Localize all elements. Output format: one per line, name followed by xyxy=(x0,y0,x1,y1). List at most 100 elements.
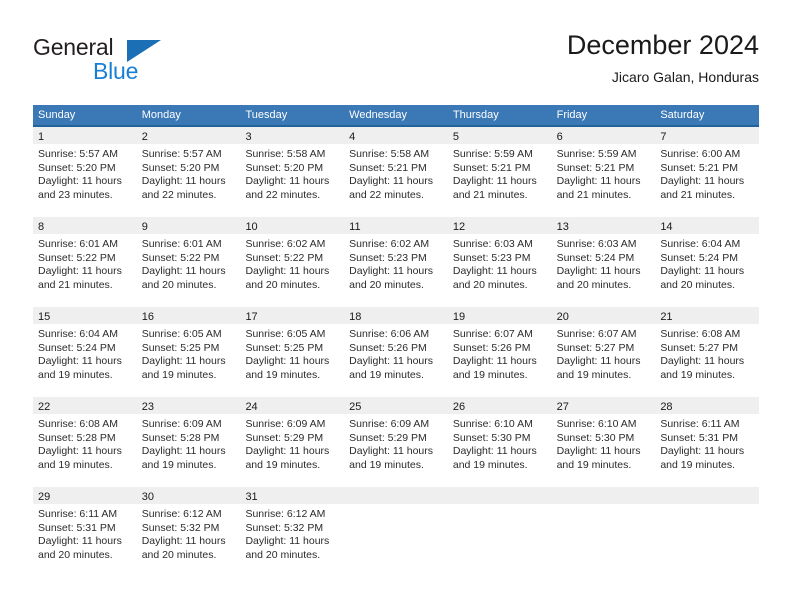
sunset-text: Sunset: 5:22 PM xyxy=(38,251,116,264)
day-number: 17 xyxy=(245,311,258,323)
day-details: Sunrise: 6:00 AM Sunset: 5:21 PM Dayligh… xyxy=(655,144,759,202)
day-number: 30 xyxy=(141,491,154,503)
day-cell-empty xyxy=(551,487,656,577)
daylight-text-line1: Daylight: 11 hours xyxy=(141,355,226,367)
general-blue-logo: General Blue xyxy=(33,34,233,90)
day-cell[interactable]: 30 Sunrise: 6:12 AM Sunset: 5:32 PM Dayl… xyxy=(136,487,241,577)
daylight-text-line1: Daylight: 11 hours xyxy=(349,355,434,367)
daylight-text-line2: and 19 minutes. xyxy=(38,458,113,471)
day-cell[interactable]: 4 Sunrise: 5:58 AM Sunset: 5:21 PM Dayli… xyxy=(344,127,448,217)
day-number: 22 xyxy=(38,401,51,413)
sunrise-text: Sunrise: 6:05 AM xyxy=(141,328,222,340)
day-cell[interactable]: 23 Sunrise: 6:09 AM Sunset: 5:28 PM Dayl… xyxy=(136,397,241,487)
daylight-text-line1: Daylight: 11 hours xyxy=(349,445,434,457)
day-cell[interactable]: 28 Sunrise: 6:11 AM Sunset: 5:31 PM Dayl… xyxy=(655,397,760,487)
day-number-band: 6 xyxy=(551,127,656,144)
sunset-text: Sunset: 5:21 PM xyxy=(452,161,531,174)
daylight-text-line1: Daylight: 11 hours xyxy=(452,265,537,277)
day-details: Sunrise: 5:59 AM Sunset: 5:21 PM Dayligh… xyxy=(552,144,656,202)
day-details: Sunrise: 6:09 AM Sunset: 5:28 PM Dayligh… xyxy=(137,414,241,472)
daylight-text-line1: Daylight: 11 hours xyxy=(452,175,537,187)
day-cell[interactable]: 2 Sunrise: 5:57 AM Sunset: 5:20 PM Dayli… xyxy=(136,127,241,217)
daylight-text-line2: and 19 minutes. xyxy=(556,368,632,381)
daylight-text-line1: Daylight: 11 hours xyxy=(245,355,330,367)
day-number: 7 xyxy=(660,131,667,143)
sunset-text: Sunset: 5:21 PM xyxy=(349,161,427,174)
day-cell[interactable]: 26 Sunrise: 6:10 AM Sunset: 5:30 PM Dayl… xyxy=(447,397,552,487)
daylight-text-line1: Daylight: 11 hours xyxy=(349,265,434,277)
sunset-text: Sunset: 5:26 PM xyxy=(349,341,427,354)
day-cell[interactable]: 27 Sunrise: 6:10 AM Sunset: 5:30 PM Dayl… xyxy=(551,397,656,487)
sunrise-text: Sunrise: 6:02 AM xyxy=(245,238,326,250)
day-number-band: 27 xyxy=(551,397,656,414)
daylight-text-line2: and 22 minutes. xyxy=(349,188,424,201)
day-number-band: 28 xyxy=(655,397,760,414)
daylight-text-line2: and 19 minutes. xyxy=(141,458,217,471)
daylight-text-line1: Daylight: 11 hours xyxy=(556,355,641,367)
day-details: Sunrise: 6:10 AM Sunset: 5:30 PM Dayligh… xyxy=(552,414,656,472)
day-details: Sunrise: 6:09 AM Sunset: 5:29 PM Dayligh… xyxy=(240,414,344,472)
daylight-text-line2: and 20 minutes. xyxy=(141,548,217,561)
daylight-text-line1: Daylight: 11 hours xyxy=(245,535,330,547)
calendar-page: General Blue December 2024 Jicaro Galan,… xyxy=(0,0,792,612)
day-cell[interactable]: 9 Sunrise: 6:01 AM Sunset: 5:22 PM Dayli… xyxy=(136,217,241,307)
sunrise-text: Sunrise: 5:58 AM xyxy=(349,148,430,160)
logo-text-general: General xyxy=(33,34,114,60)
sunset-text: Sunset: 5:30 PM xyxy=(556,431,635,444)
week-row: 1 Sunrise: 5:57 AM Sunset: 5:20 PM Dayli… xyxy=(33,125,760,217)
day-cell[interactable]: 5 Sunrise: 5:59 AM Sunset: 5:21 PM Dayli… xyxy=(447,127,552,217)
day-number: 26 xyxy=(452,401,466,413)
sunset-text: Sunset: 5:24 PM xyxy=(556,251,635,264)
daylight-text-line1: Daylight: 11 hours xyxy=(245,445,330,457)
daylight-text-line2: and 20 minutes. xyxy=(245,278,321,291)
day-cell[interactable]: 6 Sunrise: 5:59 AM Sunset: 5:21 PM Dayli… xyxy=(551,127,656,217)
day-cell[interactable]: 11 Sunrise: 6:02 AM Sunset: 5:23 PM Dayl… xyxy=(344,217,448,307)
day-number-band: 9 xyxy=(136,217,241,234)
day-cell[interactable]: 24 Sunrise: 6:09 AM Sunset: 5:29 PM Dayl… xyxy=(240,397,345,487)
day-cell[interactable]: 19 Sunrise: 6:07 AM Sunset: 5:26 PM Dayl… xyxy=(447,307,552,397)
sunrise-text: Sunrise: 6:09 AM xyxy=(141,418,222,430)
day-cell[interactable]: 15 Sunrise: 6:04 AM Sunset: 5:24 PM Dayl… xyxy=(33,307,137,397)
sunrise-text: Sunrise: 6:02 AM xyxy=(349,238,430,250)
day-cell[interactable]: 14 Sunrise: 6:04 AM Sunset: 5:24 PM Dayl… xyxy=(655,217,760,307)
day-details: Sunrise: 6:08 AM Sunset: 5:28 PM Dayligh… xyxy=(33,414,137,472)
day-cell[interactable]: 1 Sunrise: 5:57 AM Sunset: 5:20 PM Dayli… xyxy=(33,127,137,217)
daylight-text-line1: Daylight: 11 hours xyxy=(556,175,641,187)
sunset-text: Sunset: 5:23 PM xyxy=(452,251,531,264)
daylight-text-line1: Daylight: 11 hours xyxy=(245,175,330,187)
day-details: Sunrise: 6:11 AM Sunset: 5:31 PM Dayligh… xyxy=(655,414,759,472)
page-header: General Blue December 2024 Jicaro Galan,… xyxy=(33,28,759,98)
day-cell[interactable]: 10 Sunrise: 6:02 AM Sunset: 5:22 PM Dayl… xyxy=(240,217,345,307)
daylight-text-line1: Daylight: 11 hours xyxy=(38,355,122,367)
weekday-header-friday: Friday xyxy=(556,109,588,121)
daylight-text-line2: and 20 minutes. xyxy=(38,548,113,561)
day-cell[interactable]: 25 Sunrise: 6:09 AM Sunset: 5:29 PM Dayl… xyxy=(344,397,448,487)
day-number-band: 22 xyxy=(33,397,137,414)
day-cell[interactable]: 17 Sunrise: 6:05 AM Sunset: 5:25 PM Dayl… xyxy=(240,307,345,397)
daylight-text-line2: and 21 minutes. xyxy=(556,188,632,201)
sunrise-text: Sunrise: 6:08 AM xyxy=(660,328,741,340)
daylight-text-line2: and 19 minutes. xyxy=(452,368,528,381)
day-cell[interactable]: 20 Sunrise: 6:07 AM Sunset: 5:27 PM Dayl… xyxy=(551,307,656,397)
day-cell[interactable]: 22 Sunrise: 6:08 AM Sunset: 5:28 PM Dayl… xyxy=(33,397,137,487)
day-number-band: 16 xyxy=(136,307,241,324)
day-cell[interactable]: 8 Sunrise: 6:01 AM Sunset: 5:22 PM Dayli… xyxy=(33,217,137,307)
daylight-text-line1: Daylight: 11 hours xyxy=(38,535,122,547)
sunset-text: Sunset: 5:23 PM xyxy=(349,251,427,264)
day-cell[interactable]: 21 Sunrise: 6:08 AM Sunset: 5:27 PM Dayl… xyxy=(655,307,760,397)
day-cell[interactable]: 18 Sunrise: 6:06 AM Sunset: 5:26 PM Dayl… xyxy=(344,307,448,397)
day-cell[interactable]: 12 Sunrise: 6:03 AM Sunset: 5:23 PM Dayl… xyxy=(447,217,552,307)
day-cell[interactable]: 29 Sunrise: 6:11 AM Sunset: 5:31 PM Dayl… xyxy=(33,487,137,577)
sunset-text: Sunset: 5:24 PM xyxy=(38,341,116,354)
day-details: Sunrise: 6:10 AM Sunset: 5:30 PM Dayligh… xyxy=(448,414,552,472)
day-cell[interactable]: 13 Sunrise: 6:03 AM Sunset: 5:24 PM Dayl… xyxy=(551,217,656,307)
day-number: 20 xyxy=(556,311,569,323)
day-details: Sunrise: 5:57 AM Sunset: 5:20 PM Dayligh… xyxy=(137,144,241,202)
calendar-grid: Sunday Monday Tuesday Wednesday Thursday… xyxy=(33,105,760,577)
day-cell[interactable]: 16 Sunrise: 6:05 AM Sunset: 5:25 PM Dayl… xyxy=(136,307,241,397)
day-cell[interactable]: 7 Sunrise: 6:00 AM Sunset: 5:21 PM Dayli… xyxy=(655,127,760,217)
day-cell[interactable]: 31 Sunrise: 6:12 AM Sunset: 5:32 PM Dayl… xyxy=(240,487,345,577)
sunset-text: Sunset: 5:30 PM xyxy=(452,431,531,444)
sunrise-text: Sunrise: 5:57 AM xyxy=(141,148,222,160)
day-cell[interactable]: 3 Sunrise: 5:58 AM Sunset: 5:20 PM Dayli… xyxy=(240,127,345,217)
